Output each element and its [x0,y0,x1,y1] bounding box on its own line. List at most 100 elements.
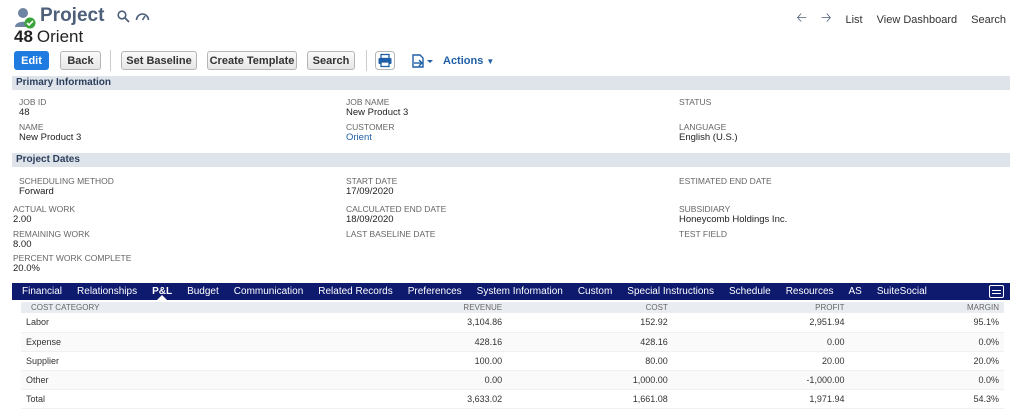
table-header-row: COST CATEGORY REVENUE COST PROFIT MARGIN [21,302,1004,313]
start-date-label: START DATE [346,176,398,186]
actions-menu[interactable]: Actions ▼ [443,55,494,67]
record-name: Orient [36,27,84,46]
margin-cell: 95.1% [849,313,1004,333]
remaining-work-value: 8.00 [13,239,32,250]
job-name-label: JOB NAME [346,97,390,107]
profit-cell: 20.00 [672,351,850,371]
subsidiary-label: SUBSIDIARY [679,204,731,214]
table-row-total: Total 3,633.02 1,661.08 1,971.94 54.3% [21,389,1004,409]
tab-budget[interactable]: Budget [187,283,219,300]
job-name-value: New Product 3 [346,107,409,118]
calculated-end-date-value: 18/09/2020 [346,214,394,225]
scheduling-method-value: Forward [19,186,54,197]
last-baseline-date-label: LAST BASELINE DATE [346,229,436,239]
revenue-cell: 3,104.86 [328,313,508,333]
cost-cell: 1,661.08 [507,389,673,409]
percent-work-complete-value: 20.0% [13,263,40,274]
margin-cell: 54.3% [849,389,1004,409]
column-header-revenue: REVENUE [328,302,508,313]
record-id: 48 [14,27,33,46]
margin-cell: 20.0% [849,351,1004,371]
nav-link-search[interactable]: Search [971,14,1006,26]
back-arrow-icon[interactable]: 🡠 [796,9,807,31]
job-id-value: 48 [19,107,30,118]
profit-cell: 2,951.94 [672,313,850,333]
cost-category-cell: Expense [21,332,329,352]
revenue-cell: 0.00 [328,370,508,390]
tab-preferences[interactable]: Preferences [408,283,462,300]
remaining-work-label: REMAINING WORK [13,229,90,239]
tab-financial[interactable]: Financial [22,283,62,300]
caret-down-icon: ▼ [486,56,495,66]
calculated-end-date-label: CALCULATED END DATE [346,204,447,214]
toolbar-divider [110,50,111,71]
margin-cell: 0.0% [849,332,1004,352]
status-label: STATUS [679,97,712,107]
nav-link-view-dashboard[interactable]: View Dashboard [877,14,958,26]
estimated-end-date-label: ESTIMATED END DATE [679,176,772,186]
edit-button[interactable]: Edit [14,51,49,70]
scheduling-method-label: SCHEDULING METHOD [19,176,114,186]
tab-special-instructions[interactable]: Special Instructions [627,283,714,300]
subsidiary-value: Honeycomb Holdings Inc. [679,214,788,225]
nav-link-list[interactable]: List [846,14,863,26]
print-icon[interactable] [375,51,395,70]
subtab-bar: Financial Relationships P&L Budget Commu… [12,283,1010,300]
tab-as[interactable]: AS [849,283,862,300]
create-template-button[interactable]: Create Template [207,51,297,70]
forward-arrow-icon[interactable]: 🡢 [821,9,832,31]
tab-related-records[interactable]: Related Records [318,283,392,300]
start-date-value: 17/09/2020 [346,186,394,197]
set-baseline-button[interactable]: Set Baseline [121,51,197,70]
customer-link[interactable]: Orient [346,132,372,143]
dashboard-icon[interactable] [135,10,150,23]
page-title: Project [40,5,105,26]
cost-category-cell: Other [21,370,329,390]
revenue-cell: 3,633.02 [328,389,508,409]
revenue-cell: 428.16 [328,332,508,352]
margin-cell: 0.0% [849,370,1004,390]
table-row: Labor 3,104.86 152.92 2,951.94 95.1% [21,313,1004,333]
record-title: 48 Orient [14,27,83,47]
column-header-cost-category: COST CATEGORY [21,302,329,313]
tab-communication[interactable]: Communication [234,283,303,300]
actual-work-label: ACTUAL WORK [13,204,76,214]
pl-table: COST CATEGORY REVENUE COST PROFIT MARGIN… [21,302,1004,409]
profit-cell: 0.00 [672,332,850,352]
test-field-label: TEST FIELD [679,229,728,239]
name-label: NAME [19,122,44,132]
tab-resources[interactable]: Resources [786,283,834,300]
tab-pl[interactable]: P&L [152,283,172,300]
project-icon [15,8,36,29]
column-header-profit: PROFIT [672,302,850,313]
section-primary-information: Primary Information [12,76,1010,90]
cost-category-cell: Total [21,389,329,409]
top-nav: 🡠 🡢 List View Dashboard Search [796,9,1006,31]
tab-custom[interactable]: Custom [578,283,612,300]
actions-label: Actions [443,55,484,67]
profit-cell: -1,000.00 [672,370,850,390]
tab-system-information[interactable]: System Information [477,283,563,300]
customer-label: CUSTOMER [346,122,395,132]
search-icon[interactable] [117,10,130,23]
back-button[interactable]: Back [60,51,101,70]
tab-menu-icon[interactable] [989,285,1004,298]
search-button[interactable]: Search [307,51,355,70]
profit-cell: 1,971.94 [672,389,850,409]
section-project-dates: Project Dates [12,153,1010,167]
tab-suitesocial[interactable]: SuiteSocial [877,283,927,300]
language-value: English (U.S.) [679,132,738,143]
revenue-cell: 100.00 [328,351,508,371]
name-value: New Product 3 [19,132,82,143]
table-row: Expense 428.16 428.16 0.00 0.0% [21,332,1004,352]
cost-cell: 80.00 [507,351,673,371]
attach-icon[interactable] [410,52,434,70]
tab-relationships[interactable]: Relationships [77,283,137,300]
percent-work-complete-label: PERCENT WORK COMPLETE [13,253,132,263]
job-id-label: JOB ID [19,97,47,107]
cost-cell: 1,000.00 [507,370,673,390]
column-header-margin: MARGIN [849,302,1004,313]
cost-category-cell: Labor [21,313,329,333]
tab-schedule[interactable]: Schedule [729,283,771,300]
table-row: Other 0.00 1,000.00 -1,000.00 0.0% [21,370,1004,390]
